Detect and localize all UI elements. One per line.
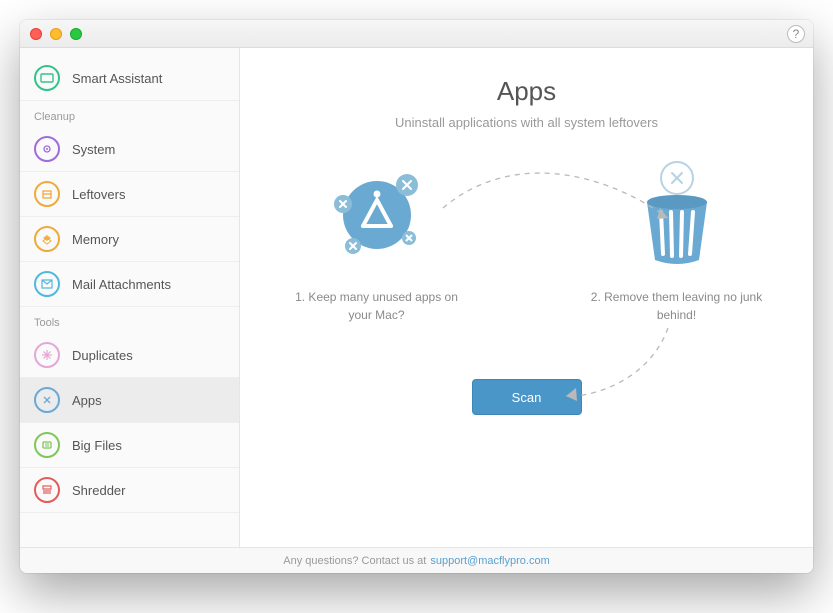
sidebar-item-duplicates[interactable]: Duplicates — [20, 333, 239, 378]
sidebar: Smart Assistant Cleanup System Leftovers — [20, 48, 240, 547]
sidebar-item-label: Smart Assistant — [72, 71, 162, 86]
sidebar-item-big-files[interactable]: Big Files — [20, 423, 239, 468]
sidebar-item-system[interactable]: System — [20, 127, 239, 172]
sidebar-item-shredder[interactable]: Shredder — [20, 468, 239, 513]
sidebar-item-label: Apps — [72, 393, 102, 408]
sidebar-item-apps[interactable]: Apps — [20, 378, 239, 423]
step-2: 2. Remove them leaving no junk behind! — [587, 160, 767, 324]
sidebar-item-mail-attachments[interactable]: Mail Attachments — [20, 262, 239, 307]
step-1-caption: 1. Keep many unused apps on your Mac? — [287, 288, 467, 324]
tools-icon — [34, 387, 60, 413]
envelope-icon — [34, 271, 60, 297]
page-subtitle: Uninstall applications with all system l… — [395, 115, 658, 130]
assistant-icon — [34, 65, 60, 91]
sidebar-item-memory[interactable]: Memory — [20, 217, 239, 262]
sidebar-item-label: Big Files — [72, 438, 122, 453]
sidebar-item-label: Leftovers — [72, 187, 125, 202]
shredder-icon — [34, 477, 60, 503]
box-icon — [34, 181, 60, 207]
sidebar-section-cleanup: Cleanup — [20, 101, 239, 127]
page-title: Apps — [497, 76, 556, 107]
zoom-window-button[interactable] — [70, 28, 82, 40]
window-controls — [30, 28, 82, 40]
titlebar: ? — [20, 20, 813, 48]
help-button[interactable]: ? — [787, 25, 805, 43]
minimize-window-button[interactable] — [50, 28, 62, 40]
scan-button[interactable]: Scan — [472, 379, 582, 415]
layers-icon — [34, 226, 60, 252]
close-window-button[interactable] — [30, 28, 42, 40]
sidebar-item-label: System — [72, 142, 115, 157]
sidebar-item-label: Shredder — [72, 483, 125, 498]
sidebar-item-label: Duplicates — [72, 348, 133, 363]
step-1: 1. Keep many unused apps on your Mac? — [287, 160, 467, 324]
app-window: ? Smart Assistant Cleanup System — [20, 20, 813, 573]
snowflake-icon — [34, 342, 60, 368]
footer: Any questions? Contact us at support@mac… — [20, 547, 813, 573]
sidebar-item-label: Mail Attachments — [72, 277, 171, 292]
drive-icon — [34, 432, 60, 458]
gear-icon — [34, 136, 60, 162]
trash-illustration-icon — [627, 160, 727, 270]
sidebar-item-smart-assistant[interactable]: Smart Assistant — [20, 56, 239, 101]
main-content: Apps Uninstall applications with all sys… — [240, 48, 813, 547]
apps-illustration-icon — [317, 160, 437, 270]
sidebar-item-leftovers[interactable]: Leftovers — [20, 172, 239, 217]
sidebar-section-tools: Tools — [20, 307, 239, 333]
step-2-caption: 2. Remove them leaving no junk behind! — [587, 288, 767, 324]
support-email-link[interactable]: support@macflypro.com — [430, 555, 549, 567]
sidebar-item-label: Memory — [72, 232, 119, 247]
footer-text: Any questions? Contact us at — [283, 555, 426, 567]
